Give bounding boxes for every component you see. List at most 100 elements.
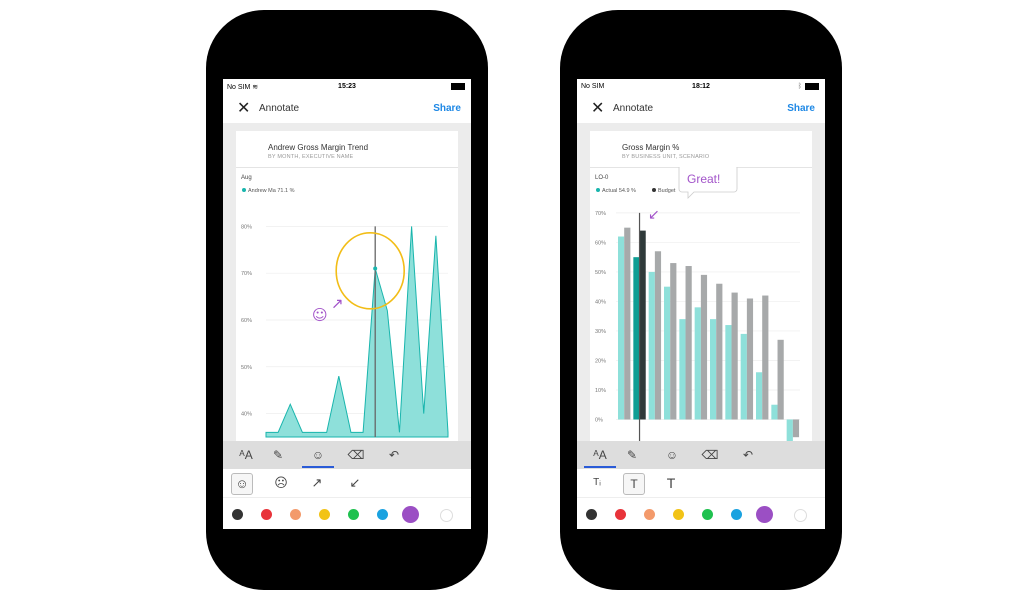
report-card: Gross Margin % BY BUSINESS UNIT, SCENARI… — [590, 131, 812, 441]
arrow-up-right-icon[interactable]: ↗ — [307, 473, 327, 493]
page-title: Annotate — [259, 103, 300, 114]
highlight-point — [373, 266, 378, 271]
happy-face-icon[interactable]: ☺ — [231, 473, 253, 495]
annotation-canvas[interactable]: Gross Margin % BY BUSINESS UNIT, SCENARI… — [577, 123, 825, 441]
smiley-icon[interactable]: ☺ — [662, 445, 682, 465]
color-swatch[interactable] — [318, 508, 330, 520]
bar-budget — [746, 298, 754, 420]
y-tick-label: 80% — [241, 224, 252, 230]
report-card: Andrew Gross Margin Trend BY MONTH, EXEC… — [236, 131, 458, 441]
area-series — [265, 226, 449, 438]
bar-actual — [664, 286, 671, 420]
battery-icon — [451, 83, 465, 90]
text-size-icon[interactable]: ᴬA — [236, 445, 256, 465]
phone-left: No SIM ≋ 15:23 ✕ Annotate Share Andrew G… — [206, 10, 488, 590]
y-tick-label: 10% — [595, 388, 606, 394]
annotation-toolbar: ᴬA ✎ ☺ ⌫ ↶ — [223, 441, 471, 469]
annotation-canvas[interactable]: Andrew Gross Margin Trend BY MONTH, EXEC… — [223, 123, 471, 441]
pen-icon[interactable]: ✎ — [268, 445, 288, 465]
bar-chart: LO-0 Actual 54.9 % Budget 70% 60% 50% 40% 30% 20… — [595, 167, 800, 441]
legend-entry: Budget — [658, 188, 676, 194]
legend-dot — [652, 188, 656, 192]
color-palette — [223, 497, 471, 529]
text-small-icon[interactable]: Tᵢ — [587, 473, 607, 493]
color-swatch[interactable] — [260, 508, 272, 520]
color-swatch[interactable] — [643, 508, 655, 520]
y-tick-label: 40% — [241, 412, 252, 418]
status-time: 15:23 — [338, 83, 356, 90]
color-swatch[interactable] — [439, 508, 453, 522]
card-subtitle: BY MONTH, EXECUTIVE NAME — [268, 154, 354, 160]
bar-actual — [756, 372, 763, 420]
undo-icon[interactable]: ↶ — [384, 445, 404, 465]
color-swatch[interactable] — [614, 508, 626, 520]
text-size-icon[interactable]: ᴬA — [584, 445, 616, 468]
close-icon[interactable]: ✕ — [591, 99, 604, 119]
undo-icon[interactable]: ↶ — [738, 445, 758, 465]
card-header: Andrew Gross Margin Trend BY MONTH, EXEC… — [236, 131, 458, 168]
color-swatch[interactable] — [701, 508, 713, 520]
bubble-text: Great! — [687, 172, 720, 186]
color-swatch[interactable] — [231, 508, 243, 520]
share-button[interactable]: Share — [433, 103, 461, 114]
bar-budget — [777, 339, 784, 420]
eraser-icon[interactable]: ⌫ — [700, 445, 720, 465]
y-tick-label: 60% — [241, 318, 252, 324]
status-bar: No SIM 18:12 ᛒ — [577, 79, 825, 95]
color-swatch[interactable] — [289, 508, 301, 520]
annotate-screen: No SIM 18:12 ᛒ ✕ Annotate Share Gross Ma… — [577, 79, 825, 529]
bar-actual — [710, 319, 717, 420]
card-title: Gross Margin % — [622, 143, 680, 152]
share-button[interactable]: Share — [787, 103, 815, 114]
bar-budget — [624, 227, 631, 420]
y-tick-label: 30% — [595, 329, 606, 335]
color-palette — [577, 497, 825, 529]
color-swatch[interactable] — [347, 508, 359, 520]
y-tick-label: 0% — [595, 417, 603, 423]
color-swatch[interactable] — [672, 508, 684, 520]
arrow-down-left-icon[interactable]: ↙ — [345, 473, 365, 493]
app-bar: ✕ Annotate Share — [577, 95, 825, 123]
bar-budget — [716, 283, 723, 420]
text-medium-icon[interactable]: T — [623, 473, 645, 495]
page-title: Annotate — [613, 103, 654, 114]
ink-circle — [335, 232, 405, 310]
card-subtitle: BY BUSINESS UNIT, SCENARIO — [622, 154, 710, 160]
bar-budget — [654, 251, 662, 420]
sad-face-icon[interactable]: ☹ — [271, 473, 291, 493]
tool-options-bar: Tᵢ T T — [577, 469, 825, 497]
pen-icon[interactable]: ✎ — [622, 445, 642, 465]
bar-budget — [670, 263, 677, 420]
y-tick-label: 50% — [241, 365, 252, 371]
y-tick-label: 40% — [595, 299, 606, 305]
bar-budget — [700, 274, 708, 420]
y-tick-label: 70% — [595, 211, 606, 217]
arrow-annotation: ↙ — [648, 207, 660, 223]
text-large-icon[interactable]: T — [661, 473, 681, 493]
phone-right: No SIM 18:12 ᛒ ✕ Annotate Share Gross Ma… — [560, 10, 842, 590]
status-time: 18:12 — [692, 83, 710, 90]
y-tick-label: 20% — [595, 358, 606, 364]
annotation-toolbar: ᴬA ✎ ☺ ⌫ ↶ — [577, 441, 825, 469]
bluetooth-icon: ᛒ — [797, 83, 802, 91]
chart-header-label: Aug — [241, 175, 252, 181]
color-swatch[interactable] — [585, 508, 597, 520]
color-swatch[interactable] — [730, 508, 742, 520]
legend-dot — [242, 188, 246, 192]
y-tick-label: 70% — [241, 271, 252, 277]
eraser-icon[interactable]: ⌫ — [346, 445, 366, 465]
color-swatch[interactable] — [755, 505, 773, 523]
bar-budget — [639, 230, 646, 420]
bar-budget — [762, 295, 769, 420]
legend-entry: Actual 54.9 % — [602, 188, 636, 194]
color-swatch[interactable] — [376, 508, 388, 520]
smiley-icon[interactable]: ☺ — [302, 445, 334, 468]
bar-actual — [740, 333, 747, 420]
legend-entry: Andrew Ma 71.1 % — [248, 188, 295, 194]
color-swatch[interactable] — [793, 508, 807, 522]
status-bar: No SIM ≋ 15:23 — [223, 79, 471, 95]
close-icon[interactable]: ✕ — [237, 99, 250, 119]
chart-header-label: LO-0 — [595, 175, 609, 181]
color-swatch[interactable] — [401, 505, 419, 523]
bar-budget — [792, 419, 800, 438]
